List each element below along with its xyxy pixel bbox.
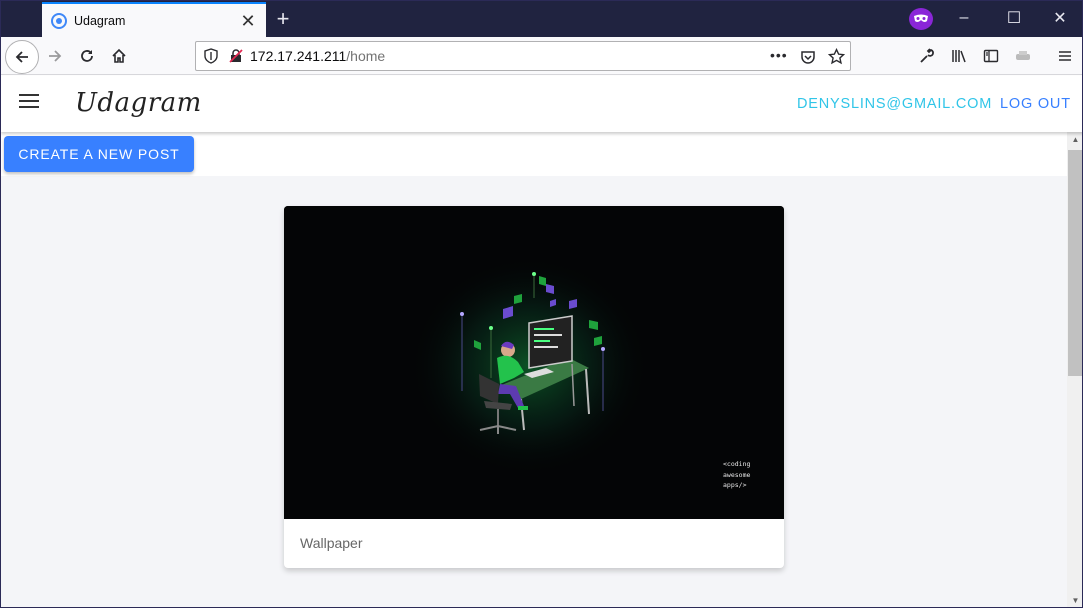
tab-strip: Udagram ✕ + – ☐ ✕	[1, 1, 1082, 37]
library-button[interactable]	[944, 41, 974, 71]
reload-icon	[81, 50, 93, 62]
hamburger-menu-icon	[1059, 51, 1071, 61]
tab-udagram[interactable]: Udagram ✕	[42, 2, 266, 37]
feed-post-card[interactable]: <coding awesome apps/> Wallpaper	[284, 206, 784, 568]
home-icon	[112, 48, 126, 63]
sidebar-button[interactable]	[976, 41, 1006, 71]
post-caption: Wallpaper	[300, 535, 363, 551]
app-menu-button[interactable]	[1050, 41, 1080, 71]
pocket-icon[interactable]	[800, 49, 816, 65]
extension-icon	[1016, 51, 1030, 60]
create-post-button[interactable]: CREATE A NEW POST	[4, 136, 194, 172]
address-bar[interactable]: 172.17.241.211/home •••	[195, 41, 851, 71]
tab-title: Udagram	[74, 13, 126, 28]
page-actions-menu[interactable]: •••	[770, 47, 788, 63]
new-tab-button[interactable]: +	[269, 5, 297, 33]
url-text: 172.17.241.211/home	[250, 48, 386, 64]
tab-close-icon[interactable]: ✕	[236, 12, 260, 30]
scrollbar-thumb[interactable]	[1068, 150, 1082, 376]
content-toolbar: CREATE A NEW POST	[1, 132, 1067, 176]
forward-arrow-icon	[49, 50, 62, 62]
insecure-lock-icon[interactable]	[228, 48, 244, 64]
app-brand-title: Udagram	[75, 88, 202, 118]
maximize-button[interactable]: ☐	[991, 1, 1037, 35]
reload-button[interactable]	[72, 41, 102, 71]
menu-toggle-icon[interactable]	[19, 94, 39, 114]
post-image: <coding awesome apps/>	[284, 206, 784, 519]
sidebar-icon	[983, 49, 999, 63]
wallpaper-caption-text: <coding awesome apps/>	[723, 460, 751, 489]
forward-button[interactable]	[40, 41, 70, 71]
app-header: Udagram DENYSLINS@GMAIL.COM LOG OUT	[1, 76, 1082, 132]
shield-icon[interactable]	[203, 48, 219, 64]
back-arrow-icon	[15, 51, 28, 63]
scroll-up-arrow-icon[interactable]: ▲	[1067, 132, 1082, 148]
home-button[interactable]	[104, 41, 134, 71]
scroll-down-arrow-icon[interactable]: ▼	[1067, 593, 1082, 607]
feed-content[interactable]: CREATE A NEW POST <coding awesome apps/>…	[1, 132, 1067, 607]
private-browsing-icon	[909, 8, 933, 30]
window-close-button[interactable]: ✕	[1037, 1, 1082, 35]
library-icon	[952, 50, 966, 63]
logout-button[interactable]: LOG OUT	[1000, 96, 1071, 112]
user-email-link[interactable]: DENYSLINS@GMAIL.COM	[797, 96, 992, 112]
wrench-icon	[920, 48, 934, 63]
minimize-button[interactable]: –	[941, 1, 987, 35]
extension-button[interactable]	[1008, 41, 1038, 71]
browser-window: Udagram ✕ + – ☐ ✕ 172.17.241.211/home ••…	[0, 0, 1083, 608]
navigation-toolbar: 172.17.241.211/home •••	[1, 37, 1082, 75]
developer-tools-button[interactable]	[912, 41, 942, 71]
page-scrollbar[interactable]: ▲ ▼	[1067, 132, 1082, 607]
ionic-favicon-icon	[51, 12, 67, 29]
back-button[interactable]	[5, 40, 39, 74]
bookmark-star-icon[interactable]	[828, 48, 845, 65]
